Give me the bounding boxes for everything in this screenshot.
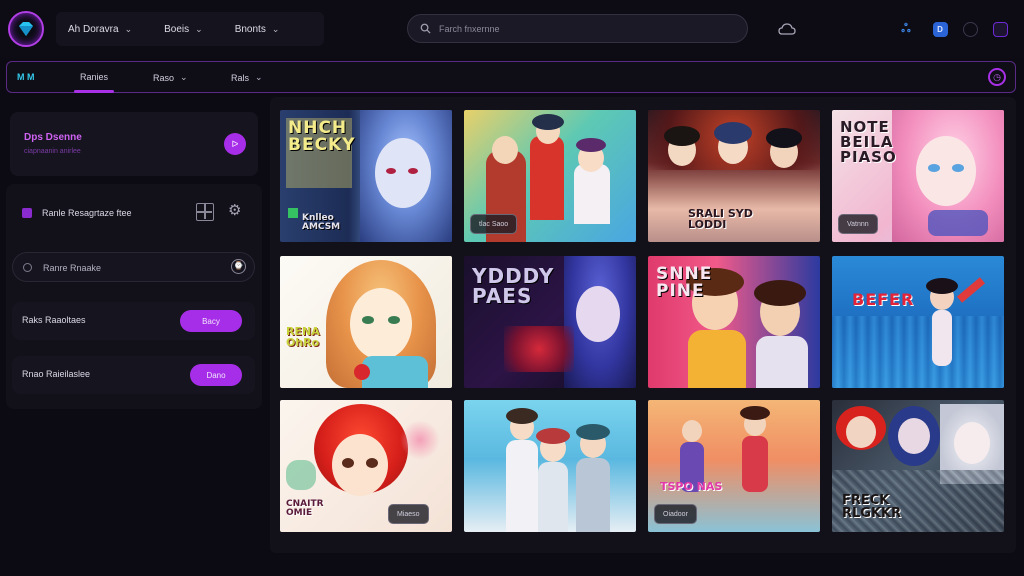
gallery-tile[interactable]: NHCH BECKY Knlleo AMCSM [280,110,452,242]
gallery-tile[interactable]: SNNE PINE [648,256,820,388]
gallery-tile[interactable]: BEFER [832,256,1004,388]
gallery-tile[interactable]: tlac Saoo [464,110,636,242]
gallery-tile[interactable] [464,400,636,532]
tile-caption: Knlleo AMCSM [302,213,341,232]
sidebar-row-1: Raks Raaoltaes Bacy [12,302,255,340]
main-nav: Ah Doravra ⌄ Boeis ⌄ Bnonts ⌄ [56,12,324,46]
sidebar-search[interactable]: Ranre Rnaake ⌚ [12,252,255,282]
user-badge-icon[interactable]: ஃ [896,19,916,39]
gallery-tile[interactable]: YDDDY PAES [464,256,636,388]
search-icon [420,23,431,34]
tile-caption: CNAITR OMIE [286,499,324,518]
badge-icon [288,208,298,218]
chevron-down-icon: ⌄ [195,23,203,34]
gallery-tile[interactable]: FRECK RLGKKR [832,400,1004,532]
tile-title: YDDDY PAES [472,264,555,308]
chevron-down-icon: ⌄ [255,72,263,82]
row-2-label: Rnao Raieilaslee [22,369,91,379]
top-header: Ah Doravra⌄ Boeis⌄ Bnonts⌄ ஃ D [0,0,1024,58]
tile-title: NOTE BEILA PIASO [840,118,897,166]
search-input[interactable] [439,23,719,34]
app-window: Ah Doravra⌄ Boeis⌄ Bnonts⌄ ஃ D M M Ranie… [0,0,1024,576]
chevron-down-icon: ⌄ [180,72,188,82]
tile-chip[interactable]: tlac Saoo [470,214,518,234]
tile-caption: SRALI SYD LODDI [688,207,753,231]
clock-icon[interactable]: ◷ [988,68,1006,86]
tab-rals[interactable]: Rals ⌄ [231,72,263,83]
gallery-tile[interactable]: SRALI SYD LODDI [648,110,820,242]
sub-navigation: M M Ranies Raso ⌄ Rals ⌄ ◷ [6,61,1016,93]
gallery-tile[interactable]: NOTE BEILA PIASO Vatnnn [832,110,1004,242]
profile-title: Dps Dsenne [24,132,82,143]
tile-caption: RENA OhRo [286,325,320,349]
tile-title: NHCH BECKY [288,118,356,155]
sidebar: Dps Dsenne ciapnaanin anirlee ᐅ Ranle Re… [6,104,263,409]
chevron-down-icon: ⌄ [124,23,133,34]
row-2-button[interactable]: Dano [190,364,242,386]
diamond-logo-icon[interactable] [8,11,44,47]
circle-icon[interactable] [960,19,980,39]
nav-item-1[interactable]: Ah Doravra ⌄ [68,24,132,35]
chevron-down-icon: ⌄ [271,23,280,34]
grid-view-icon[interactable] [196,203,214,221]
clock-icon[interactable]: ⌚ [231,259,246,274]
cloud-icon[interactable] [777,19,797,39]
gallery-tile[interactable]: TSPO NAS Oiadoor [648,400,820,532]
gallery-tile[interactable]: CNAITR OMIE Miaeso [280,400,452,532]
square-icon[interactable] [990,19,1010,39]
app-icon[interactable]: D [930,19,950,39]
tab-raso[interactable]: Raso ⌄ [153,72,188,83]
tile-title: SNNE PINE [656,264,713,301]
checkbox[interactable] [22,208,32,218]
filter-panel: Ranle Resagrtaze ftee ⚙ Ranre Rnaake ⌚ R… [6,184,262,409]
profile-card: Dps Dsenne ciapnaanin anirlee ᐅ [10,112,258,176]
tile-title: BEFER [852,290,915,309]
tile-chip[interactable]: Vatnnn [838,214,878,234]
anime-gallery: NHCH BECKY Knlleo AMCSM tlac Saoo SRALI … [270,97,1016,553]
settings-icon[interactable]: ⚙ [228,202,246,220]
search-icon [23,263,32,272]
tab-ranies[interactable]: Ranies [73,72,115,93]
filter-label: Ranle Resagrtaze ftee [42,208,132,218]
search-bar[interactable] [407,14,748,43]
tile-caption: FRECK RLGKKR [842,493,902,521]
tile-caption: TSPO NAS [660,480,723,493]
tile-chip[interactable]: Oiadoor [654,504,697,524]
nav-item-2[interactable]: Boeis ⌄ [164,24,203,35]
subnav-brand[interactable]: M M [17,72,35,82]
sidebar-row-2: Rnao Raieilaslee Dano [12,356,255,394]
tile-chip[interactable]: Miaeso [388,504,429,524]
nav-item-3[interactable]: Bnonts ⌄ [235,24,280,35]
profile-subtitle: ciapnaanin anirlee [24,148,81,155]
row-1-label: Raks Raaoltaes [22,315,86,325]
profile-avatar[interactable]: ᐅ [224,133,246,155]
gallery-tile[interactable]: RENA OhRo [280,256,452,388]
sidebar-search-label: Ranre Rnaake [43,263,102,273]
row-1-button[interactable]: Bacy [180,310,242,332]
